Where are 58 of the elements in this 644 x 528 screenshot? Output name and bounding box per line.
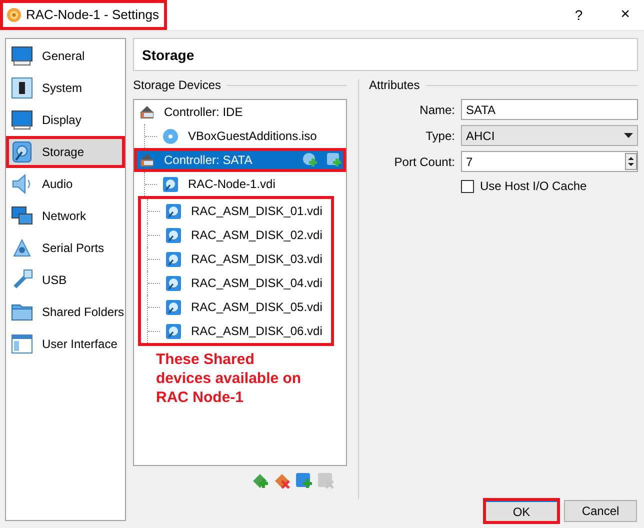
controller-icon (138, 152, 156, 168)
tree-line (147, 247, 161, 271)
caret-icon (624, 132, 633, 138)
monitor-icon (10, 108, 34, 132)
controller-icon (138, 104, 156, 120)
sidebar-item[interactable]: User Interface (6, 328, 125, 360)
spin-arrows-icon (625, 153, 637, 170)
field-label: Port Count: (393, 154, 455, 170)
annotation-text: These Shared devices available on RAC Node-1 (155, 350, 302, 407)
sidebar-item[interactable]: Audio (6, 168, 125, 200)
sidebar-item[interactable]: Serial Ports (6, 232, 125, 264)
window-icon (10, 332, 34, 356)
tree-line (147, 223, 161, 247)
gear-icon (6, 7, 22, 23)
sidebar-item[interactable]: Display (6, 104, 125, 136)
add-disc-icon (302, 152, 318, 168)
section-title: Storage Devices (133, 77, 222, 94)
tree-line (147, 199, 161, 223)
sidebar-item[interactable]: General (6, 40, 125, 72)
field-label: Type: (424, 128, 455, 144)
tree-item[interactable]: Controller: SATA (134, 148, 346, 172)
tree-line (147, 271, 161, 295)
type-dropdown[interactable]: AHCI (461, 125, 638, 146)
dialog-button[interactable]: Cancel (564, 500, 637, 522)
dialog-button[interactable]: OK (485, 500, 558, 522)
name-field[interactable]: SATA (461, 99, 638, 120)
tree-item[interactable]: RAC_ASM_DISK_03.vdi (141, 247, 331, 271)
help-button[interactable]: ? (574, 4, 583, 26)
tree-item[interactable]: RAC_ASM_DISK_04.vdi (141, 271, 331, 295)
tree-item[interactable]: RAC_ASM_DISK_01.vdi (141, 199, 331, 223)
tree-item[interactable]: RAC_ASM_DISK_05.vdi (141, 295, 331, 319)
close-button[interactable]: × (620, 3, 630, 27)
window-title: RAC-Node-1 - Settings (0, 0, 167, 30)
field-label: Name: (418, 102, 455, 118)
sidebar-item[interactable]: Network (6, 200, 125, 232)
chip-icon (10, 76, 34, 100)
toolbar-button[interactable] (251, 472, 269, 490)
sidebar-item[interactable]: USB (6, 264, 125, 296)
host-cache-checkbox[interactable]: Use Host I/O Cache (461, 177, 638, 195)
disc-icon (162, 128, 179, 144)
tree-line (144, 172, 158, 196)
remove-controller-icon (273, 472, 291, 490)
sidebar-item[interactable]: Storage (6, 136, 125, 168)
sidebar-item[interactable]: Shared Folders (6, 296, 125, 328)
tree-line (147, 319, 161, 343)
monitor-icon (10, 44, 34, 68)
toolbar-button[interactable] (295, 472, 313, 490)
tree-item[interactable]: RAC_ASM_DISK_06.vdi (141, 319, 331, 343)
port-count-spinner[interactable]: 7 (461, 151, 638, 172)
sidebar-item[interactable]: System (6, 72, 125, 104)
tree-item[interactable]: Controller: IDE (134, 100, 346, 124)
tree-line (147, 295, 161, 319)
tree-item[interactable]: RAC_ASM_DISK_02.vdi (141, 223, 331, 247)
section-title: Attributes (369, 77, 420, 94)
add-controller-icon (251, 472, 269, 490)
toolbar-button[interactable] (273, 472, 291, 490)
page-title: Storage (133, 38, 638, 71)
tree-item[interactable]: RAC-Node-1.vdi (134, 172, 346, 196)
